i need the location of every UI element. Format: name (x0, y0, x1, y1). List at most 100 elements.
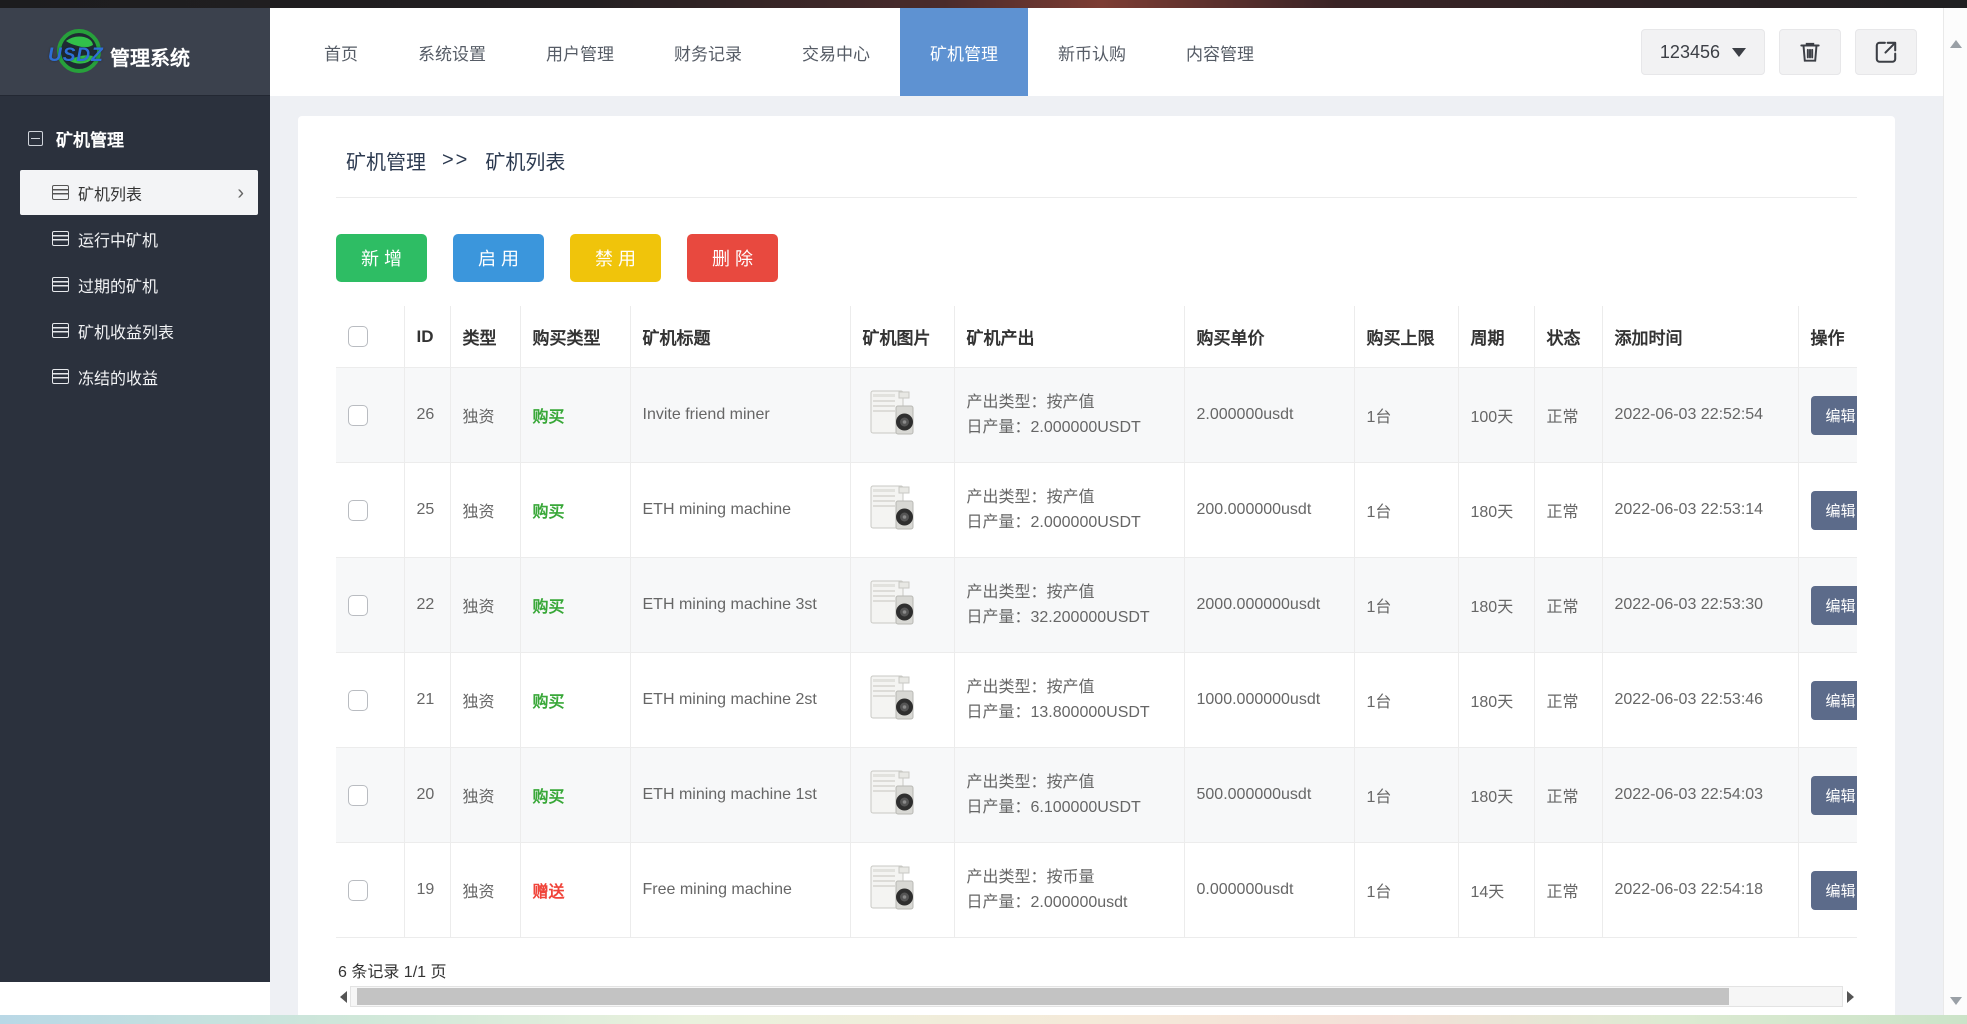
miner-photo (863, 576, 921, 630)
cell-type: 独资 (450, 843, 520, 938)
scroll-down-arrow-icon[interactable] (1950, 997, 1962, 1005)
cell-cycle: 180天 (1458, 748, 1534, 843)
delete-button[interactable]: 删 除 (687, 234, 778, 282)
breadcrumb-parent[interactable]: 矿机管理 (346, 146, 426, 175)
nav-item[interactable]: 矿机管理 (900, 8, 1028, 96)
miner-table-container: ID类型购买类型矿机标题矿机图片矿机产出购买单价购买上限周期状态添加时间操作 2… (336, 306, 1857, 938)
window-bottom-edge (0, 1015, 1967, 1024)
cell-title: ETH mining machine 2st (630, 653, 850, 748)
nav-item[interactable]: 系统设置 (388, 8, 516, 96)
vertical-scrollbar[interactable] (1943, 8, 1967, 1015)
buy-type: 购买 (533, 504, 565, 521)
sidebar-item[interactable]: 矿机列表 › (20, 170, 258, 215)
cell-title: ETH mining machine 1st (630, 748, 850, 843)
sidebar-item[interactable]: 运行中矿机 › (0, 216, 270, 261)
output-daily: 日产量：2.000000USDT (967, 510, 1172, 535)
content-area: 矿机管理 >> 矿机列表 新 增 启 用 禁 用 删 除 (270, 96, 1943, 1015)
chevron-right-icon: › (237, 183, 244, 203)
nav-item[interactable]: 首页 (294, 8, 388, 96)
table-row: 19 独资 赠送 Free mining machine 产出类型：按币量 日产… (336, 843, 1857, 938)
output-daily: 日产量：13.800000USDT (967, 700, 1172, 725)
cell-limit: 1台 (1354, 843, 1458, 938)
logout-button[interactable] (1855, 29, 1917, 75)
row-checkbox[interactable] (348, 880, 368, 901)
miner-list-card: 矿机管理 >> 矿机列表 新 增 启 用 禁 用 删 除 (298, 116, 1895, 1021)
row-select-cell (336, 463, 404, 558)
nav-item[interactable]: 新币认购 (1028, 8, 1156, 96)
cell-title: Free mining machine (630, 843, 850, 938)
miner-photo (863, 671, 921, 725)
table-row: 20 独资 购买 ETH mining machine 1st 产出类型：按产值… (336, 748, 1857, 843)
edit-button[interactable]: 编辑 (1811, 681, 1858, 720)
enable-button[interactable]: 启 用 (453, 234, 544, 282)
row-checkbox[interactable] (348, 690, 368, 711)
row-checkbox[interactable] (348, 500, 368, 521)
edit-button[interactable]: 编辑 (1811, 491, 1858, 530)
horizontal-scroll-thumb[interactable] (357, 988, 1729, 1005)
column-header: 矿机标题 (630, 306, 850, 368)
nav-item[interactable]: 用户管理 (516, 8, 644, 96)
row-checkbox[interactable] (348, 785, 368, 806)
cell-time: 2022-06-03 22:53:30 (1602, 558, 1798, 653)
cell-title: ETH mining machine 3st (630, 558, 850, 653)
disable-button[interactable]: 禁 用 (570, 234, 661, 282)
cell-type: 独资 (450, 463, 520, 558)
breadcrumb-separator: >> (442, 149, 469, 172)
list-icon (52, 185, 69, 200)
sidebar-item-label: 运行中矿机 (78, 227, 158, 251)
buy-type: 赠送 (533, 884, 565, 901)
cell-buy-type: 购买 (520, 748, 630, 843)
edit-button[interactable]: 编辑 (1811, 396, 1858, 435)
cell-price: 0.000000usdt (1184, 843, 1354, 938)
nav-item-label: 新币认购 (1058, 40, 1126, 65)
cell-action: 编辑 (1798, 748, 1857, 843)
scroll-right-arrow-icon[interactable] (1843, 986, 1857, 1007)
select-all-checkbox[interactable] (348, 326, 368, 347)
sidebar-item[interactable]: 过期的矿机 › (0, 262, 270, 307)
window-top-edge (0, 0, 1967, 8)
sidebar-item-label: 矿机列表 (78, 181, 142, 205)
buy-type: 购买 (533, 409, 565, 426)
table-header-row: ID类型购买类型矿机标题矿机图片矿机产出购买单价购买上限周期状态添加时间操作 (336, 306, 1857, 368)
edit-button[interactable]: 编辑 (1811, 776, 1858, 815)
column-header: 添加时间 (1602, 306, 1798, 368)
nav-item[interactable]: 内容管理 (1156, 8, 1284, 96)
cell-price: 2.000000usdt (1184, 368, 1354, 463)
row-checkbox[interactable] (348, 595, 368, 616)
list-icon (52, 369, 69, 384)
cell-type: 独资 (450, 368, 520, 463)
nav-item[interactable]: 交易中心 (772, 8, 900, 96)
cell-buy-type: 购买 (520, 653, 630, 748)
row-checkbox[interactable] (348, 405, 368, 426)
logo-text: USDZ (48, 45, 104, 67)
nav-item[interactable]: 财务记录 (644, 8, 772, 96)
sidebar-item[interactable]: 矿机收益列表 › (0, 308, 270, 353)
cell-status: 正常 (1534, 843, 1602, 938)
add-button[interactable]: 新 增 (336, 234, 427, 282)
trash-button[interactable] (1779, 29, 1841, 75)
sidebar-item[interactable]: 冻结的收益 › (0, 354, 270, 399)
external-link-icon (1873, 39, 1899, 65)
cell-price: 2000.000000usdt (1184, 558, 1354, 653)
app-logo[interactable]: USDZ 管理系统 (0, 8, 270, 96)
cell-action: 编辑 (1798, 843, 1857, 938)
scroll-up-arrow-icon[interactable] (1950, 40, 1962, 48)
cell-image (850, 558, 954, 653)
user-dropdown[interactable]: 123456 (1641, 29, 1765, 75)
edit-button[interactable]: 编辑 (1811, 586, 1858, 625)
sidebar-group-mining[interactable]: 矿机管理 (0, 126, 270, 169)
scroll-left-arrow-icon[interactable] (336, 986, 350, 1007)
cell-image (850, 463, 954, 558)
output-type: 产出类型：按币量 (967, 865, 1172, 890)
list-icon (52, 231, 69, 246)
cell-image (850, 843, 954, 938)
list-icon (52, 277, 69, 292)
column-header: 购买上限 (1354, 306, 1458, 368)
column-header: 矿机图片 (850, 306, 954, 368)
cell-action: 编辑 (1798, 368, 1857, 463)
cell-output: 产出类型：按产值 日产量：6.100000USDT (954, 748, 1184, 843)
header-actions: 123456 (1641, 8, 1943, 96)
edit-button[interactable]: 编辑 (1811, 871, 1858, 910)
cell-output: 产出类型：按币量 日产量：2.000000usdt (954, 843, 1184, 938)
horizontal-scroll-track[interactable] (350, 986, 1843, 1007)
